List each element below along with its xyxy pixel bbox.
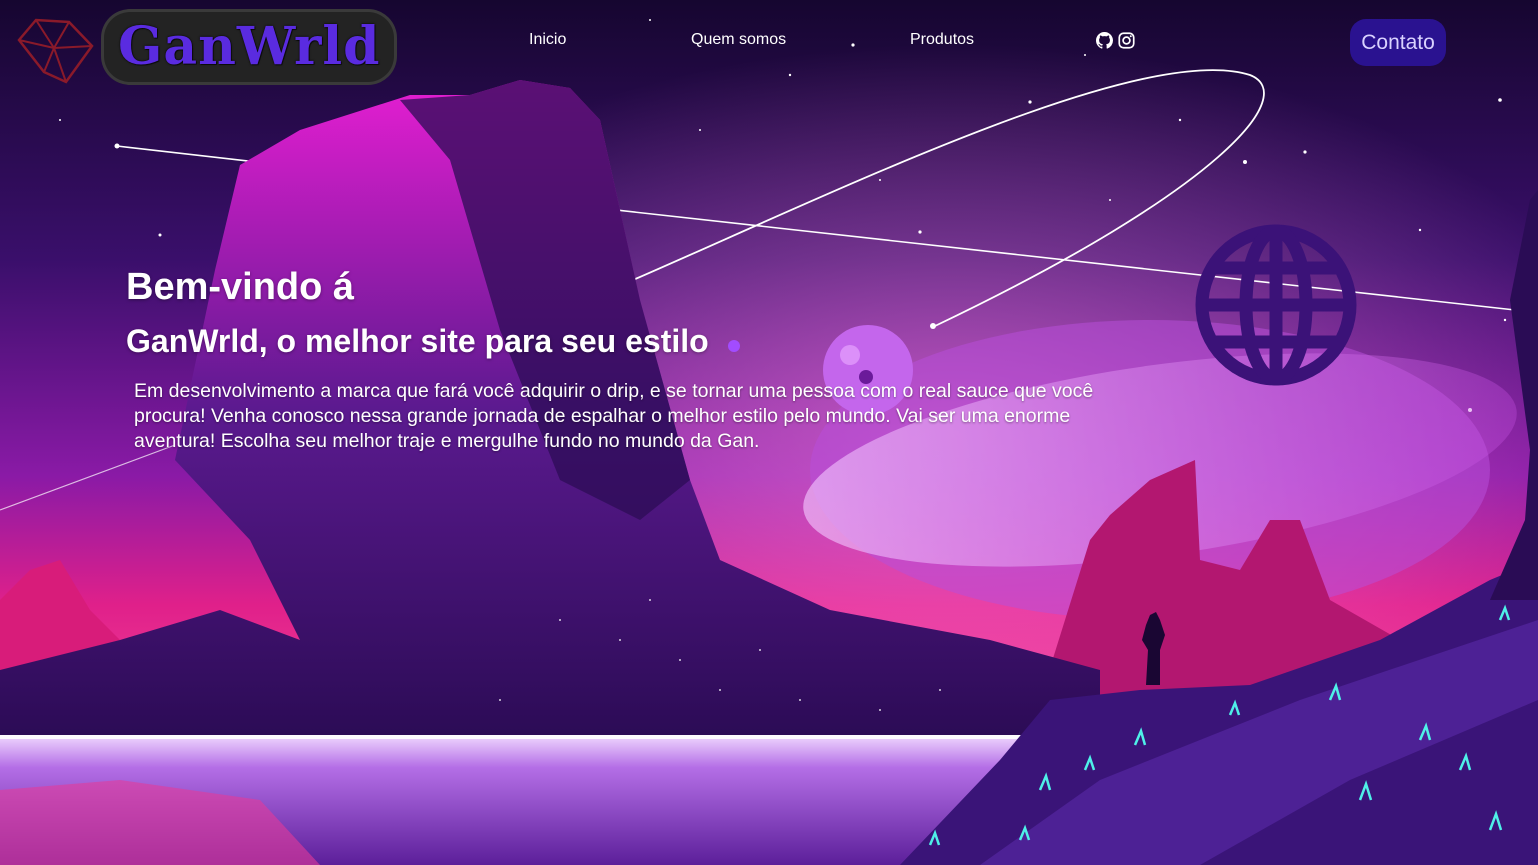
hero-description: Em desenvolvimento a marca que fará você…	[134, 380, 1094, 452]
diamond-logo-icon	[17, 18, 94, 84]
hero-subtitle: GanWrld, o melhor site para seu estilo	[126, 323, 709, 359]
hero-title: Bem-vindo á	[126, 266, 355, 308]
github-icon[interactable]	[1096, 32, 1113, 49]
instagram-icon[interactable]	[1118, 32, 1135, 49]
title-accent-dot	[728, 340, 740, 352]
nav-link-quem-somos[interactable]: Quem somos	[691, 30, 786, 50]
contact-button[interactable]: Contato	[1350, 19, 1446, 66]
brand-logo[interactable]: GanWrld	[14, 8, 395, 84]
globe-icon	[1195, 224, 1357, 386]
nav-link-produtos[interactable]: Produtos	[910, 30, 974, 50]
nav-link-inicio[interactable]: Inicio	[529, 30, 566, 50]
logo-wordmark: GanWrld	[104, 12, 395, 82]
landing-page: GanWrld Inicio Quem somos Produtos Conta…	[0, 0, 1538, 865]
